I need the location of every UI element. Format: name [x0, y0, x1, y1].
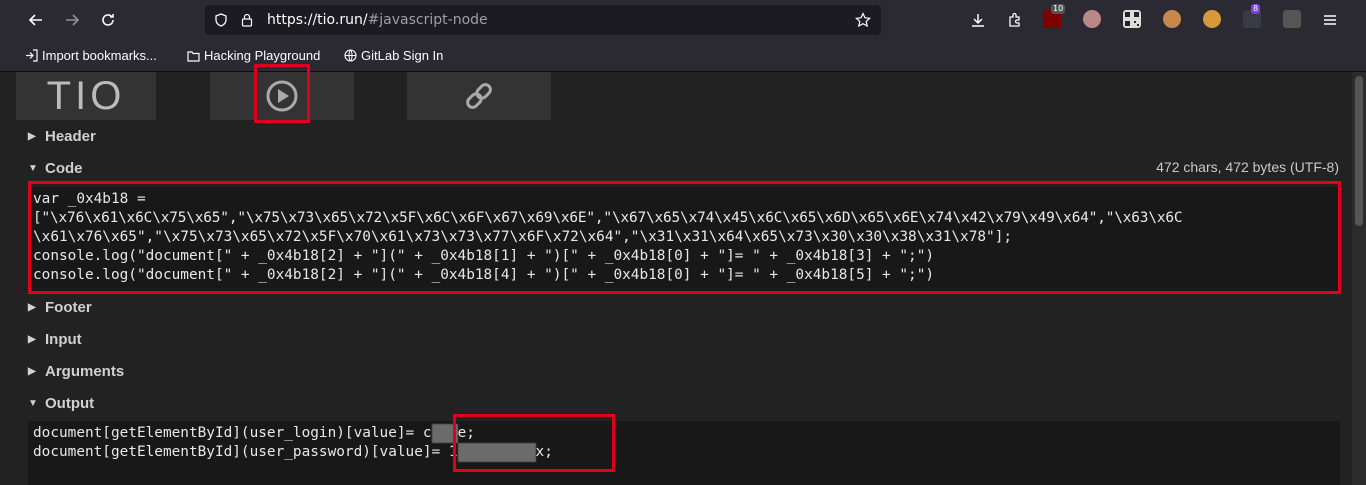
section-input-label: Input	[45, 331, 82, 348]
section-arguments-label: Arguments	[45, 363, 125, 380]
section-arguments-toggle[interactable]: ▶ Arguments	[28, 363, 124, 380]
bookmark-gitlab[interactable]: GitLab Sign In	[343, 48, 443, 63]
tio-logo[interactable]: TIO	[16, 72, 156, 120]
output-line: document[getElementById](user_password)[…	[33, 443, 1335, 462]
bookmark-star-icon[interactable]	[855, 12, 871, 28]
page-scrollbar[interactable]	[1352, 72, 1366, 485]
output-box[interactable]: document[getElementById](user_login)[val…	[28, 421, 1340, 485]
section-footer-label: Footer	[45, 299, 92, 316]
output-line: document[getElementById](user_login)[val…	[33, 424, 1335, 443]
globe-icon	[343, 49, 357, 63]
bookmarks-bar: Import bookmarks... Hacking Playground G…	[0, 40, 1366, 72]
scrollbar-thumb[interactable]	[1355, 76, 1363, 226]
menu-hamburger-icon[interactable]	[1318, 8, 1342, 32]
container-extension-icon[interactable]	[1283, 10, 1301, 28]
ublock-icon[interactable]: 10	[1043, 4, 1066, 28]
url-bar[interactable]: https://tio.run/#javascript-node	[205, 5, 881, 35]
url-text[interactable]: https://tio.run/#javascript-node	[267, 12, 488, 28]
output-value-start: c	[422, 425, 432, 441]
tio-page: TIO ▶ Header ▼ Code 472 chars, 472 bytes…	[0, 64, 1366, 485]
extensions-icon[interactable]	[1003, 8, 1027, 32]
wizard-extension-icon[interactable]: 8	[1243, 4, 1261, 28]
import-icon	[24, 49, 38, 63]
section-code-toggle[interactable]: ▼ Code	[28, 160, 83, 177]
cookie-icon[interactable]	[1163, 10, 1181, 28]
section-output-toggle[interactable]: ▼ Output	[28, 395, 94, 412]
expanded-triangle-icon: ▼	[28, 163, 38, 174]
section-code-label: Code	[45, 160, 83, 177]
url-fragment: #javascript-node	[367, 12, 488, 28]
expanded-triangle-icon: ▼	[28, 398, 38, 409]
section-input-toggle[interactable]: ▶ Input	[28, 331, 82, 348]
code-highlight	[28, 181, 1341, 294]
back-arrow-icon[interactable]	[24, 8, 48, 32]
run-button-highlight	[254, 64, 310, 123]
permalink-button[interactable]	[407, 72, 551, 120]
output-value-highlight	[453, 414, 615, 472]
section-output-label: Output	[45, 395, 95, 412]
reload-icon[interactable]	[96, 8, 120, 32]
bookmark-label: Import bookmarks...	[42, 48, 157, 63]
bookmark-label: GitLab Sign In	[361, 48, 444, 63]
output-text: document[getElementById](user_password)[…	[33, 444, 449, 460]
qr-code-icon[interactable]	[1123, 10, 1141, 28]
url-host: https://tio.run/	[267, 12, 368, 28]
wizard-badge: 8	[1251, 4, 1261, 14]
collapsed-triangle-icon: ▶	[28, 131, 36, 142]
bookmark-hacking-playground[interactable]: Hacking Playground	[186, 48, 320, 63]
bookmark-import[interactable]: Import bookmarks...	[24, 48, 157, 63]
link-icon	[466, 83, 492, 109]
cookie-editor-icon[interactable]	[1203, 10, 1221, 28]
lock-icon[interactable]	[239, 12, 255, 28]
forward-arrow-icon[interactable]	[60, 8, 84, 32]
section-header-label: Header	[45, 128, 96, 145]
collapsed-triangle-icon: ▶	[28, 302, 36, 313]
bookmark-label: Hacking Playground	[204, 48, 321, 63]
collapsed-triangle-icon: ▶	[28, 366, 36, 377]
folder-icon	[186, 49, 200, 63]
section-header-toggle[interactable]: ▶ Header	[28, 128, 96, 145]
browser-toolbar: https://tio.run/#javascript-node 10 8	[0, 0, 1366, 40]
output-text: document[getElementById](user_login)[val…	[33, 425, 423, 441]
collapsed-triangle-icon: ▶	[28, 334, 36, 345]
ublock-badge: 10	[1051, 4, 1066, 14]
tracking-protection-icon[interactable]	[213, 12, 229, 28]
downloads-icon[interactable]	[966, 8, 990, 32]
owl-extension-icon[interactable]	[1083, 10, 1101, 28]
section-footer-toggle[interactable]: ▶ Footer	[28, 299, 92, 316]
char-count: 472 chars, 472 bytes (UTF-8)	[1156, 159, 1339, 175]
